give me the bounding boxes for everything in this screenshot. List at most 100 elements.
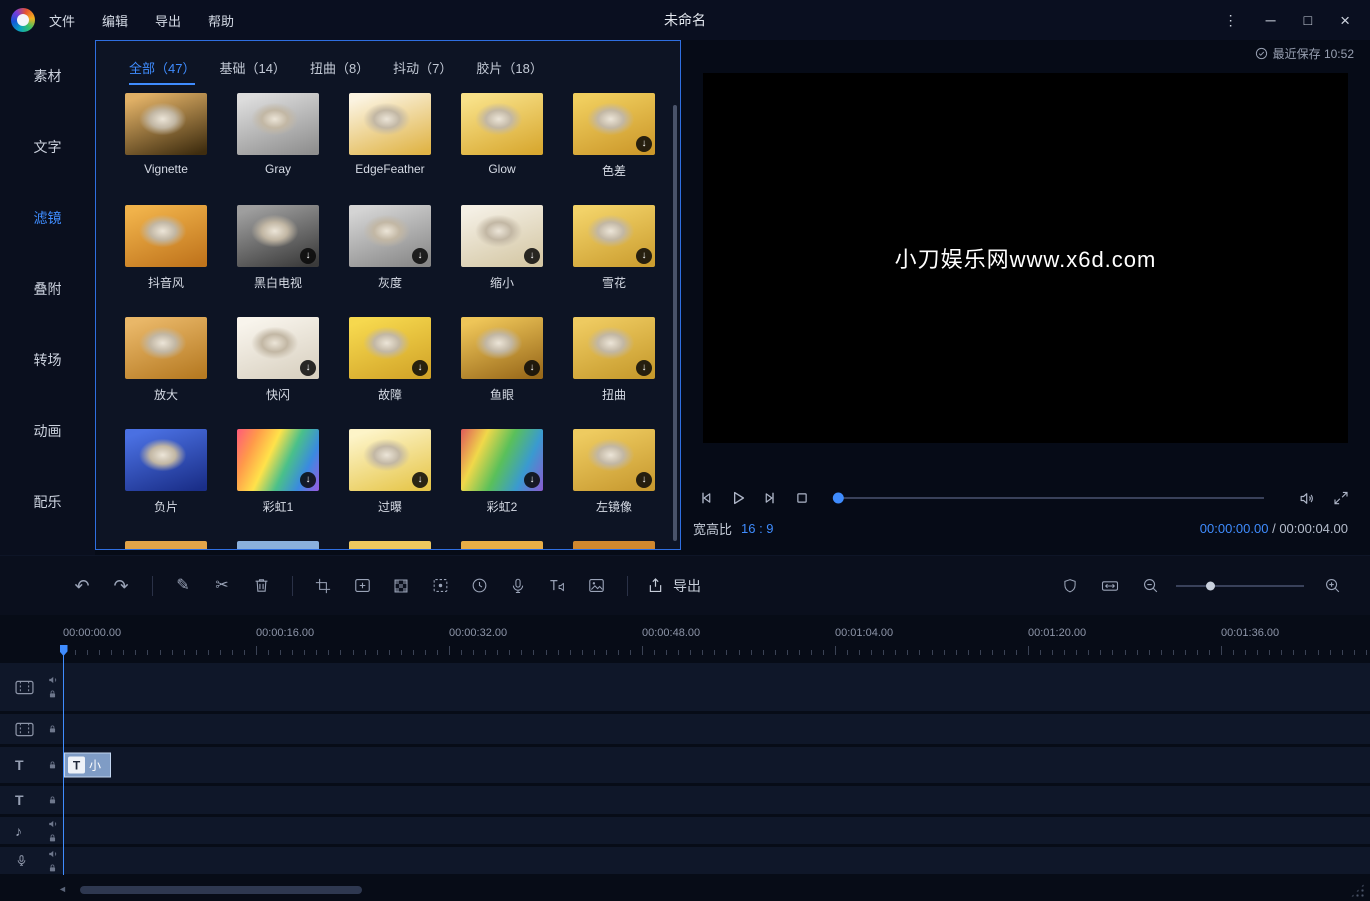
filter-card[interactable]: 负片 — [110, 429, 222, 541]
track-lock-icon[interactable] — [48, 863, 57, 873]
image-enhance-button[interactable] — [584, 574, 608, 598]
download-icon[interactable]: ↓ — [300, 248, 316, 264]
playback-progress-slider[interactable] — [835, 497, 1264, 499]
download-icon[interactable]: ↓ — [412, 360, 428, 376]
filter-card[interactable]: ↓彩虹1 — [222, 429, 334, 541]
download-icon[interactable]: ↓ — [636, 136, 652, 152]
filter-tab[interactable]: 抖动（7） — [393, 58, 452, 85]
download-icon[interactable]: ↓ — [524, 360, 540, 376]
sidebar-item-文字[interactable]: 文字 — [0, 111, 95, 182]
filter-thumbnail[interactable] — [125, 429, 207, 491]
zoom-out-button[interactable] — [1138, 574, 1162, 598]
video-track-content[interactable] — [63, 663, 1370, 711]
filter-card[interactable]: ↓黑白电视 — [222, 205, 334, 317]
download-icon[interactable]: ↓ — [636, 472, 652, 488]
filter-thumbnail[interactable] — [461, 541, 543, 549]
filter-thumbnail[interactable]: ↓ — [573, 429, 655, 491]
more-menu-icon[interactable]: ⋮ — [1224, 13, 1238, 27]
filter-card[interactable]: ↓快闪 — [222, 317, 334, 429]
download-icon[interactable]: ↓ — [412, 472, 428, 488]
voice-track-content[interactable] — [63, 847, 1370, 874]
zoom-in-button[interactable] — [1320, 574, 1344, 598]
maximize-button[interactable]: □ — [1304, 13, 1312, 27]
filter-tab[interactable]: 胶片（18） — [476, 58, 542, 85]
filter-card[interactable] — [110, 541, 222, 549]
filter-thumbnail[interactable]: ↓ — [573, 93, 655, 155]
filter-thumbnail[interactable] — [125, 205, 207, 267]
filter-card[interactable]: ↓左镜像 — [558, 429, 668, 541]
filter-thumbnail[interactable]: ↓ — [237, 205, 319, 267]
download-icon[interactable]: ↓ — [300, 472, 316, 488]
track-lock-icon[interactable] — [48, 689, 57, 699]
sidebar-item-素材[interactable]: 素材 — [0, 40, 95, 111]
track-mute-icon[interactable] — [48, 675, 58, 685]
filter-card[interactable] — [558, 541, 668, 549]
music-track[interactable]: ♪ — [0, 817, 1370, 844]
track-lock-icon[interactable] — [48, 760, 57, 770]
timeline-ruler[interactable]: 00:00:00.0000:00:16.0000:00:32.0000:00:4… — [0, 623, 1370, 655]
frame-button[interactable] — [350, 574, 374, 598]
download-icon[interactable]: ↓ — [412, 248, 428, 264]
filter-thumbnail[interactable] — [237, 541, 319, 549]
filter-thumbnail[interactable] — [125, 317, 207, 379]
text-track-2[interactable]: T — [0, 786, 1370, 814]
resize-grip-icon[interactable] — [1350, 883, 1365, 898]
close-button[interactable]: × — [1340, 12, 1350, 29]
filter-thumbnail[interactable]: ↓ — [349, 317, 431, 379]
filter-thumbnail[interactable]: ↓ — [573, 205, 655, 267]
filter-thumbnail[interactable]: ↓ — [461, 317, 543, 379]
filter-thumbnail[interactable]: ↓ — [349, 205, 431, 267]
filter-card[interactable]: ↓缩小 — [446, 205, 558, 317]
filter-card[interactable]: Gray — [222, 93, 334, 205]
timeline-hscrollbar-track[interactable] — [72, 886, 1344, 894]
undo-button[interactable]: ↶ — [70, 574, 94, 598]
stop-button[interactable] — [789, 485, 815, 511]
next-frame-button[interactable] — [757, 485, 783, 511]
track-lock-icon[interactable] — [48, 795, 57, 805]
menubar-item[interactable]: 导出 — [155, 11, 181, 30]
duration-button[interactable] — [467, 574, 491, 598]
timeline-zoom-slider[interactable] — [1176, 585, 1304, 587]
previous-frame-button[interactable] — [693, 485, 719, 511]
filter-card[interactable]: ↓灰度 — [334, 205, 446, 317]
timeline-hscrollbar-thumb[interactable] — [80, 886, 362, 894]
track-lock-icon[interactable] — [48, 724, 57, 734]
fullscreen-icon[interactable] — [1328, 485, 1354, 511]
aspect-ratio-value[interactable]: 16 : 9 — [741, 521, 774, 536]
redo-button[interactable]: ↷ — [109, 574, 133, 598]
export-button[interactable]: 导出 — [646, 576, 701, 596]
pip-track[interactable] — [0, 714, 1370, 744]
filter-card[interactable] — [334, 541, 446, 549]
mosaic-button[interactable] — [389, 574, 413, 598]
filter-card[interactable]: 放大 — [110, 317, 222, 429]
play-button[interactable] — [725, 485, 751, 511]
filter-thumbnail[interactable] — [125, 93, 207, 155]
menubar-item[interactable]: 帮助 — [208, 11, 234, 30]
filter-tab[interactable]: 全部（47） — [129, 58, 195, 85]
music-track-content[interactable] — [63, 817, 1370, 844]
filter-card[interactable]: EdgeFeather — [334, 93, 446, 205]
menubar-item[interactable]: 编辑 — [102, 11, 128, 30]
filter-thumbnail[interactable]: ↓ — [237, 429, 319, 491]
filter-thumbnail[interactable] — [237, 93, 319, 155]
filters-scrollbar[interactable] — [673, 103, 677, 543]
menubar-item[interactable]: 文件 — [49, 11, 75, 30]
filter-card[interactable]: ↓彩虹2 — [446, 429, 558, 541]
download-icon[interactable]: ↓ — [636, 360, 652, 376]
snapshot-button[interactable] — [428, 574, 452, 598]
sidebar-item-叠附[interactable]: 叠附 — [0, 253, 95, 324]
filter-card[interactable] — [222, 541, 334, 549]
sidebar-item-配乐[interactable]: 配乐 — [0, 466, 95, 537]
crop-button[interactable] — [311, 574, 335, 598]
filter-thumbnail[interactable]: ↓ — [461, 205, 543, 267]
filter-card[interactable]: ↓扭曲 — [558, 317, 668, 429]
filter-card[interactable]: ↓雪花 — [558, 205, 668, 317]
text-clip[interactable]: T小 — [64, 753, 111, 778]
filter-tab[interactable]: 基础（14） — [219, 58, 285, 85]
timeline-zoom-knob[interactable] — [1206, 581, 1215, 590]
video-track[interactable] — [0, 663, 1370, 711]
filter-thumbnail[interactable] — [573, 541, 655, 549]
filter-card[interactable]: ↓过曝 — [334, 429, 446, 541]
voiceover-button[interactable] — [506, 574, 530, 598]
timeline-hscrollbar[interactable]: ◄ — [58, 885, 1344, 894]
